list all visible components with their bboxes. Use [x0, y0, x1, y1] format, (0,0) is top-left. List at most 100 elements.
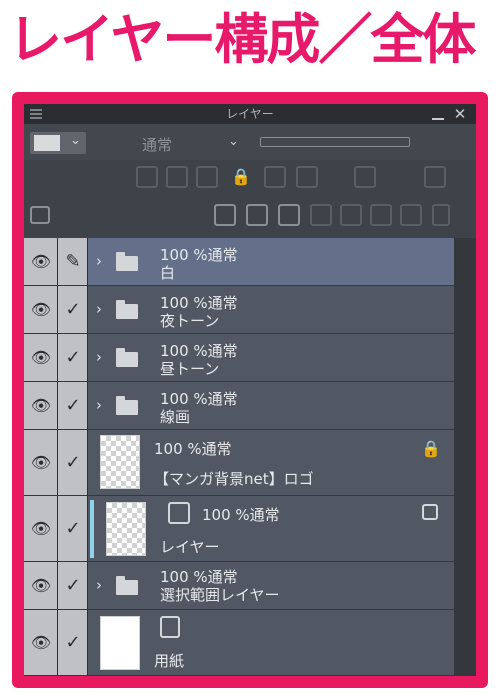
eye-icon: 👁	[30, 251, 52, 271]
mask-icon	[168, 502, 190, 524]
reference-layer-icon[interactable]	[166, 166, 188, 188]
visibility-toggle[interactable]: 👁	[24, 496, 58, 561]
eye-icon: 👁	[30, 452, 52, 472]
layer-row-night-tone[interactable]: 👁 ✓ › 100 %通常 夜トーン	[24, 286, 454, 334]
layer-color-button[interactable]: ⌄	[30, 132, 86, 154]
layer-scrollbar[interactable]	[454, 238, 476, 676]
layer-list: 👁 ✎ › 100 %通常 白 👁 ✓ › 100 %通常 夜トーン 👁 ✓ ›…	[24, 238, 476, 676]
edit-target-toggle[interactable]: ✓	[58, 496, 88, 561]
check-icon: ✓	[65, 517, 81, 539]
visibility-toggle[interactable]: 👁	[24, 382, 58, 429]
layer-name: 夜トーン	[160, 312, 220, 330]
panel-titlebar: レイヤー ✕	[24, 104, 476, 124]
mask-enable-icon[interactable]	[296, 166, 318, 188]
visibility-toggle[interactable]: 👁	[24, 286, 58, 333]
create-mask-icon[interactable]	[370, 204, 392, 226]
eye-icon: 👁	[30, 299, 52, 319]
eye-icon: 👁	[30, 395, 52, 415]
layer-row-day-tone[interactable]: 👁 ✓ › 100 %通常 昼トーン	[24, 334, 454, 382]
layer-row-selection[interactable]: 👁 ✓ › 100 %通常 選択範囲レイヤー	[24, 562, 454, 610]
edit-target-toggle[interactable]: ✓	[58, 430, 88, 495]
check-icon: ✓	[65, 451, 81, 473]
close-icon[interactable]: ✕	[452, 104, 468, 124]
layer-name: 線画	[160, 408, 191, 426]
edit-target-toggle[interactable]: ✓	[58, 562, 88, 609]
visibility-toggle[interactable]: 👁	[24, 610, 58, 675]
edit-target-toggle[interactable]: ✓	[58, 382, 88, 429]
layer-row-line-art[interactable]: 👁 ✓ › 100 %通常 線画	[24, 382, 454, 430]
new-raster-layer-icon[interactable]	[214, 204, 236, 226]
blend-mode-value: 通常	[142, 136, 173, 154]
layer-name: レイヤー	[160, 538, 220, 556]
edit-target-toggle[interactable]: ✓	[58, 334, 88, 381]
folder-icon	[116, 348, 138, 367]
eye-icon: 👁	[30, 575, 52, 595]
layer-color-swatch	[34, 135, 60, 151]
expand-arrow-icon[interactable]: ›	[96, 252, 102, 270]
edit-target-toggle[interactable]: ✓	[58, 610, 88, 675]
lock-layer-icon[interactable]: 🔒	[230, 166, 252, 188]
layer-list-icon[interactable]	[30, 206, 50, 224]
ruler-visibility-icon[interactable]	[354, 166, 376, 188]
pen-icon: ✎	[65, 250, 81, 272]
layer-name: 白	[160, 264, 176, 282]
paper-icon	[160, 616, 180, 638]
page-heading: レイヤー構成／全体	[8, 8, 476, 71]
blend-mode-select[interactable]: 通常 ⌄	[128, 132, 250, 154]
new-vector-layer-icon[interactable]	[246, 204, 268, 226]
clip-lower-layer-icon[interactable]	[136, 166, 158, 188]
layer-name: 選択範囲レイヤー	[160, 586, 280, 604]
visibility-toggle[interactable]: 👁	[24, 334, 58, 381]
layer-row-shiro[interactable]: 👁 ✎ › 100 %通常 白	[24, 238, 454, 286]
layer-name: 【マンガ背景net】ロゴ	[154, 470, 314, 488]
layer-thumbnail	[106, 502, 146, 556]
layer-row-logo[interactable]: 👁 ✓ 100 %通常 【マンガ背景net】ロゴ 🔒	[24, 430, 454, 496]
layer-thumbnail	[100, 616, 140, 670]
blend-toolbar: ⌄ 通常 ⌄	[24, 124, 476, 160]
opacity-slider[interactable]	[260, 137, 410, 147]
selection-indicator	[90, 500, 94, 558]
visibility-toggle[interactable]: 👁	[24, 430, 58, 495]
merge-down-icon[interactable]	[340, 204, 362, 226]
eye-icon: 👁	[30, 347, 52, 367]
folder-icon	[116, 396, 138, 415]
draft-layer-icon[interactable]	[196, 166, 218, 188]
eye-icon: 👁	[30, 518, 52, 538]
delete-layer-icon[interactable]	[432, 204, 450, 226]
layer-panel: レイヤー ✕ ⌄ 通常 ⌄ 🔒 👁 ✎ › 100 %通常 白 👁 ✓ › 10…	[24, 104, 476, 676]
visibility-toggle[interactable]: 👁	[24, 562, 58, 609]
folder-icon	[116, 300, 138, 319]
layer-action-toolbar	[24, 194, 476, 238]
draft-icon	[422, 504, 438, 520]
transfer-to-lower-icon[interactable]	[310, 204, 332, 226]
new-folder-icon[interactable]	[278, 204, 300, 226]
check-icon: ✓	[65, 346, 81, 368]
edit-target-toggle[interactable]: ✎	[58, 238, 88, 285]
chevron-down-icon: ⌄	[228, 134, 239, 149]
visibility-toggle[interactable]: 👁	[24, 238, 58, 285]
check-icon: ✓	[65, 298, 81, 320]
expand-arrow-icon[interactable]: ›	[96, 396, 102, 414]
expand-arrow-icon[interactable]: ›	[96, 348, 102, 366]
lock-icon: 🔒	[421, 439, 441, 458]
layer-name: 昼トーン	[160, 360, 220, 378]
layer-row-paper[interactable]: 👁 ✓ 用紙	[24, 610, 454, 676]
edit-target-toggle[interactable]: ✓	[58, 286, 88, 333]
layer-row-raster[interactable]: 👁 ✓ 100 %通常 レイヤー	[24, 496, 454, 562]
eye-icon: 👁	[30, 632, 52, 652]
chevron-down-icon: ⌄	[70, 133, 81, 148]
minimize-icon[interactable]	[432, 118, 444, 120]
folder-icon	[116, 576, 138, 595]
expand-arrow-icon[interactable]: ›	[96, 300, 102, 318]
check-icon: ✓	[65, 394, 81, 416]
layer-property-toolbar: 🔒	[24, 160, 476, 194]
check-icon: ✓	[65, 574, 81, 596]
apply-mask-icon[interactable]	[400, 204, 422, 226]
layer-blend-info: 100 %通常	[154, 440, 232, 458]
check-icon: ✓	[65, 631, 81, 653]
expand-arrow-icon[interactable]: ›	[96, 576, 102, 594]
layer-blend-info: 100 %通常	[202, 506, 280, 524]
layer-color-toggle-icon[interactable]	[424, 166, 446, 188]
lock-transparency-icon[interactable]	[264, 166, 286, 188]
panel-title: レイヤー	[226, 107, 274, 121]
